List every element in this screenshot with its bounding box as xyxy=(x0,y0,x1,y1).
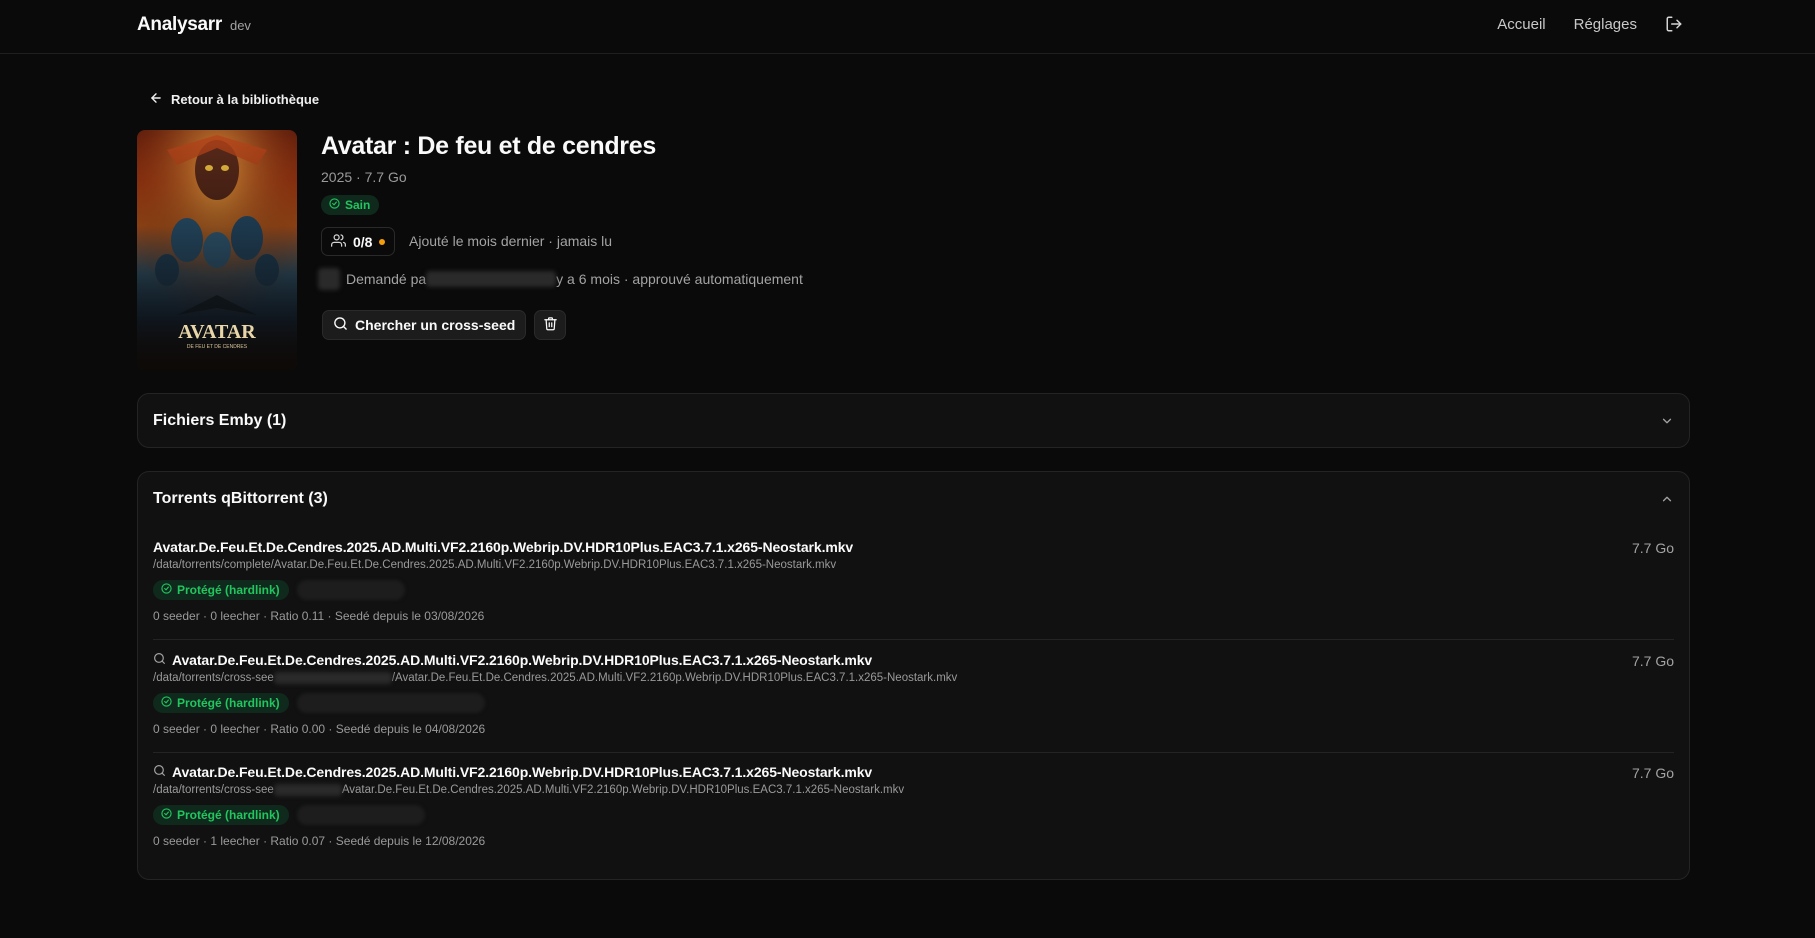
requester-avatar xyxy=(318,268,340,290)
svg-text:DE FEU ET DE CENDRES: DE FEU ET DE CENDRES xyxy=(187,344,248,350)
torrent-row[interactable]: Avatar.De.Feu.Et.De.Cendres.2025.AD.Mult… xyxy=(153,539,1674,623)
torrent-name: Avatar.De.Feu.Et.De.Cendres.2025.AD.Mult… xyxy=(153,652,1674,668)
trash-icon xyxy=(543,316,558,334)
svg-text:AVATAR: AVATAR xyxy=(178,321,256,343)
status-badge-label: Sain xyxy=(345,198,371,212)
viewers-count: 0/8 xyxy=(353,233,373,250)
protected-badge: Protégé (hardlink) xyxy=(153,693,289,714)
torrent-tags: Protégé (hardlink) xyxy=(153,580,1674,600)
search-icon xyxy=(153,652,166,668)
torrent-stats: 0 seeder · 1 leecher · Ratio 0.07 · Seed… xyxy=(153,834,486,849)
chevron-up-icon[interactable] xyxy=(1660,492,1674,506)
movie-header: Avatar : De feu et de cendres 2025 · 7.7… xyxy=(321,132,656,185)
torrent-path: /data/torrents/cross-see/Avatar.De.Feu.E… xyxy=(153,672,1674,684)
requester-name-redacted xyxy=(426,271,557,287)
path-redacted xyxy=(273,784,342,796)
torrent-stats: 0 seeder · 0 leecher · Ratio 0.00 · Seed… xyxy=(153,722,486,737)
back-link-label: Retour à la bibliothèque xyxy=(171,92,320,107)
request-info: Demandé pa y a 6 mois · approuvé automat… xyxy=(318,266,803,292)
tracker-tag-redacted xyxy=(296,580,405,600)
torrent-name-text: Avatar.De.Feu.Et.De.Cendres.2025.AD.Mult… xyxy=(172,652,873,668)
path-redacted xyxy=(273,672,392,684)
check-circle-icon xyxy=(161,696,172,710)
request-prefix: Demandé pa xyxy=(346,271,427,287)
protected-badge: Protégé (hardlink) xyxy=(153,805,289,826)
protected-badge-label: Protégé (hardlink) xyxy=(177,583,280,597)
torrent-stats: 0 seeder · 0 leecher · Ratio 0.11 · Seed… xyxy=(153,609,485,623)
torrent-tags: Protégé (hardlink) xyxy=(153,805,1674,826)
chevron-down-icon[interactable] xyxy=(1660,414,1674,428)
brand[interactable]: Analysarr dev xyxy=(137,14,251,36)
emby-section-title: Fichiers Emby (1) xyxy=(153,412,287,429)
status-badge: Sain xyxy=(321,195,380,215)
torrent-path-end: Avatar.De.Feu.Et.De.Cendres.2025.AD.Mult… xyxy=(341,784,905,797)
search-icon xyxy=(333,316,348,334)
back-to-library-link[interactable]: Retour à la bibliothèque xyxy=(149,91,319,108)
cross-seed-button[interactable]: Chercher un cross-seed xyxy=(322,310,527,340)
top-navbar: Analysarr dev Accueil Réglages xyxy=(0,0,1815,54)
torrent-size: 7.7 Go xyxy=(1631,540,1674,556)
check-circle-icon xyxy=(161,808,172,822)
movie-meta: 2025 · 7.7 Go xyxy=(321,169,407,185)
torrent-name: Avatar.De.Feu.Et.De.Cendres.2025.AD.Mult… xyxy=(153,764,1674,780)
check-circle-icon xyxy=(329,198,340,212)
status-dot xyxy=(379,238,386,245)
request-suffix: y a 6 mois · approuvé automatiquement xyxy=(556,271,803,287)
tracker-tag-redacted xyxy=(296,805,425,826)
logout-icon[interactable] xyxy=(1665,15,1683,33)
torrent-path-end: /Avatar.De.Feu.Et.De.Cendres.2025.AD.Mul… xyxy=(391,672,958,685)
main-nav: Accueil Réglages xyxy=(1497,15,1683,33)
cross-seed-label: Chercher un cross-seed xyxy=(355,317,516,333)
arrow-left-icon xyxy=(149,91,163,108)
torrent-path: /data/torrents/complete/Avatar.De.Feu.Et… xyxy=(153,559,1674,571)
search-icon xyxy=(153,764,166,780)
torrent-name-text: Avatar.De.Feu.Et.De.Cendres.2025.AD.Mult… xyxy=(153,539,854,555)
divider xyxy=(153,639,1674,640)
torrent-path-start: /data/torrents/cross-see xyxy=(153,784,274,797)
protected-badge-label: Protégé (hardlink) xyxy=(177,696,280,711)
torrent-path-text: /data/torrents/complete/Avatar.De.Feu.Et… xyxy=(153,559,837,571)
torrent-tags: Protégé (hardlink) xyxy=(153,693,1674,714)
app-name: Analysarr xyxy=(137,14,222,35)
nav-settings-link[interactable]: Réglages xyxy=(1574,16,1637,33)
tracker-tag-redacted xyxy=(296,693,485,714)
divider xyxy=(153,752,1674,753)
torrents-section: Torrents qBittorrent (3) Avatar.De.Feu.E… xyxy=(137,471,1690,880)
torrent-size: 7.7 Go xyxy=(1631,653,1674,669)
check-circle-icon xyxy=(161,583,172,597)
torrent-name-text: Avatar.De.Feu.Et.De.Cendres.2025.AD.Mult… xyxy=(172,764,873,780)
movie-actions: Chercher un cross-seed xyxy=(322,310,567,340)
nav-home-link[interactable]: Accueil xyxy=(1497,16,1545,33)
env-tag: dev xyxy=(229,18,251,33)
page-title: Avatar : De feu et de cendres xyxy=(321,132,656,160)
added-info: Ajouté le mois dernier · jamais lu xyxy=(409,233,613,249)
emby-files-section[interactable]: Fichiers Emby (1) xyxy=(137,393,1690,448)
torrent-size: 7.7 Go xyxy=(1631,765,1674,781)
users-icon xyxy=(331,233,346,251)
torrent-path: /data/torrents/cross-see Avatar.De.Feu.Et… xyxy=(153,784,1674,796)
torrents-section-title: Torrents qBittorrent (3) xyxy=(153,490,328,507)
torrent-row[interactable]: Avatar.De.Feu.Et.De.Cendres.2025.AD.Mult… xyxy=(153,652,1674,736)
protected-badge: Protégé (hardlink) xyxy=(153,580,289,600)
movie-poster: AVATAR DE FEU ET DE CENDRES xyxy=(137,130,297,370)
delete-button[interactable] xyxy=(534,310,567,340)
torrent-path-start: /data/torrents/cross-see xyxy=(153,672,274,685)
torrent-row[interactable]: Avatar.De.Feu.Et.De.Cendres.2025.AD.Mult… xyxy=(153,764,1674,848)
protected-badge-label: Protégé (hardlink) xyxy=(177,808,280,823)
viewers-pill[interactable]: 0/8 xyxy=(321,227,396,256)
torrent-name: Avatar.De.Feu.Et.De.Cendres.2025.AD.Mult… xyxy=(153,539,1674,555)
